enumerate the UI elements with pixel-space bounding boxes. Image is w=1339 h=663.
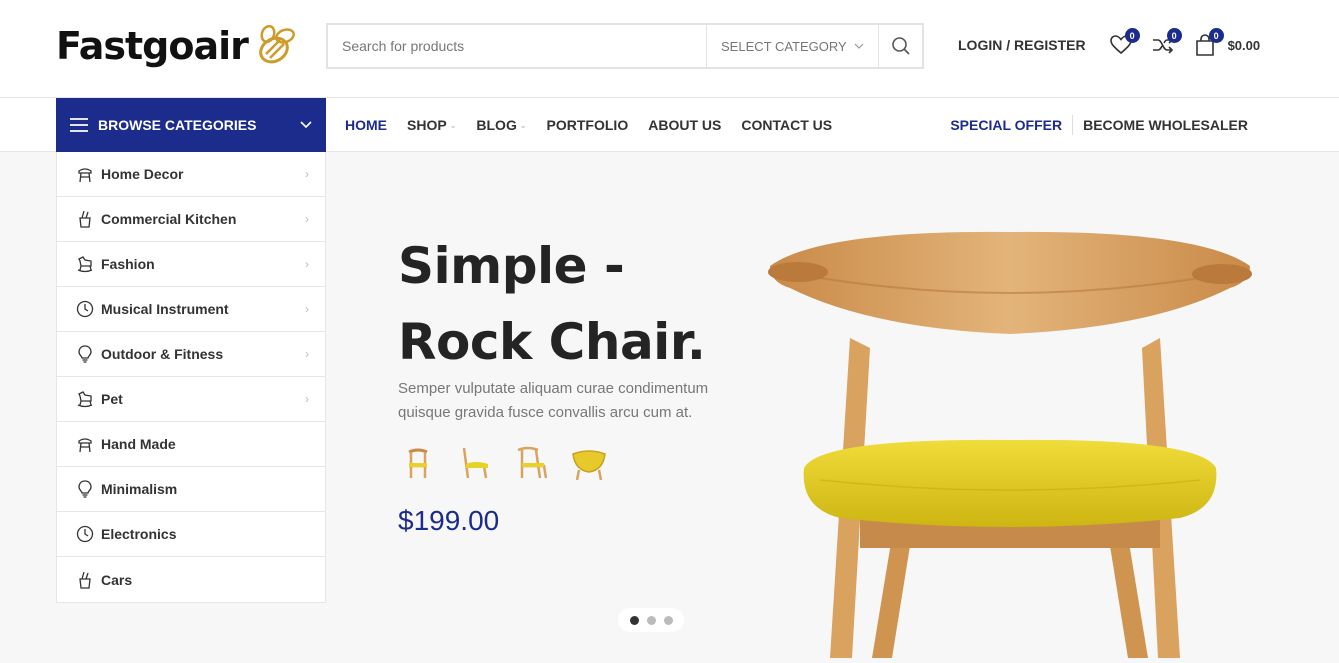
browse-categories-label: BROWSE CATEGORIES	[98, 117, 257, 133]
category-item[interactable]: Minimalism	[57, 467, 325, 512]
compare-count-badge: 0	[1166, 28, 1182, 43]
logo-text: Fastgoair	[56, 24, 249, 68]
variant-thumb-2[interactable]	[455, 442, 495, 484]
browse-categories-button[interactable]: BROWSE CATEGORIES	[56, 98, 326, 152]
menu-item-label: HOME	[345, 117, 387, 133]
menu-item-label: ABOUT US	[648, 117, 722, 133]
menu-item-contact[interactable]: CONTACT US	[741, 117, 832, 133]
cart-total[interactable]: $0.00	[1228, 38, 1261, 53]
category-label: Musical Instrument	[101, 301, 229, 317]
clock-icon	[75, 299, 95, 319]
category-label: Pet	[101, 391, 123, 407]
chevron-right-icon: ›	[305, 167, 309, 181]
category-item[interactable]: Pet ›	[57, 377, 325, 422]
rocking-horse-icon	[75, 254, 95, 274]
menu-item-label: CONTACT US	[741, 117, 833, 133]
chevron-down-icon: ⌄	[449, 120, 457, 130]
search-icon	[891, 37, 910, 55]
chevron-right-icon: ›	[305, 212, 309, 226]
chevron-right-icon: ›	[305, 392, 309, 406]
category-item[interactable]: Commercial Kitchen ›	[57, 197, 325, 242]
category-item[interactable]: Outdoor & Fitness ›	[57, 332, 325, 377]
header-actions: LOGIN / REGISTER 0 0 0 $0.00	[958, 28, 1261, 60]
category-label: Commercial Kitchen	[101, 211, 237, 227]
menu-item-about[interactable]: ABOUT US	[648, 117, 721, 133]
slider-dot[interactable]	[646, 615, 656, 625]
category-item[interactable]: Musical Instrument ›	[57, 287, 325, 332]
category-sidebar: Home Decor › Commercial Kitchen › Fashion › Mu…	[56, 152, 326, 603]
chevron-right-icon: ›	[305, 257, 309, 271]
variant-thumbnails	[398, 442, 626, 484]
hamburger-icon	[70, 118, 88, 132]
category-item[interactable]: Hand Made	[57, 422, 325, 467]
category-label: Cars	[101, 571, 133, 588]
rocking-horse-icon	[75, 389, 95, 409]
nav-secondary-links: SPECIAL OFFER BECOME WHOLESALER	[950, 98, 1248, 152]
cart-button[interactable]: 0	[1192, 28, 1224, 58]
category-label: Outdoor & Fitness	[101, 346, 224, 362]
variant-thumb-1[interactable]	[398, 442, 438, 484]
category-label: Fashion	[101, 256, 155, 272]
kitchen-icon	[75, 570, 95, 590]
category-item[interactable]: Electronics	[57, 512, 325, 557]
category-item[interactable]: Fashion ›	[57, 242, 325, 287]
compare-button[interactable]: 0	[1150, 28, 1182, 58]
cart-count-badge: 0	[1208, 28, 1224, 43]
menu-item-blog[interactable]: BLOG ⌄	[476, 117, 526, 133]
search-bar: SELECT CATEGORY	[326, 23, 924, 69]
main-menu: HOME SHOP ⌄ BLOG ⌄ PORTFOLIO ABOUT US CONT…	[345, 98, 852, 152]
clock-icon	[75, 524, 95, 544]
search-input[interactable]	[328, 25, 706, 67]
category-select[interactable]: SELECT CATEGORY	[706, 25, 878, 67]
chair-icon	[75, 434, 95, 454]
chevron-down-icon	[300, 121, 312, 129]
chevron-right-icon: ›	[305, 302, 309, 316]
wishlist-button[interactable]: 0	[1108, 28, 1140, 58]
bulb-icon	[75, 344, 95, 364]
chevron-right-icon: ›	[305, 347, 309, 361]
menu-item-home[interactable]: HOME	[345, 117, 387, 133]
wishlist-count-badge: 0	[1124, 28, 1140, 43]
slide-price: $199.00	[398, 505, 500, 536]
slider-dot[interactable]	[629, 615, 639, 625]
category-label: Minimalism	[101, 481, 178, 497]
main-navbar: BROWSE CATEGORIES HOME SHOP ⌄ BLOG ⌄ PORTF…	[0, 98, 1339, 152]
site-logo[interactable]: Fastgoair	[56, 18, 300, 74]
slider-dot[interactable]	[663, 615, 673, 625]
chair-icon	[75, 164, 95, 184]
menu-item-label: BLOG	[476, 117, 517, 133]
slide-description: Semper vulputate aliquam curae condiment…	[398, 380, 709, 421]
menu-item-label: SHOP	[407, 117, 447, 133]
slide-title: Simple - Rock Chair.	[398, 237, 706, 371]
kitchen-icon	[75, 209, 95, 229]
become-wholesaler-link[interactable]: BECOME WHOLESALER	[1083, 117, 1248, 133]
chevron-down-icon: ⌄	[519, 120, 527, 130]
menu-item-label: PORTFOLIO	[546, 117, 629, 133]
menu-item-portfolio[interactable]: PORTFOLIO	[547, 117, 629, 133]
search-button[interactable]	[878, 25, 922, 67]
special-offer-link[interactable]: SPECIAL OFFER	[950, 115, 1074, 135]
site-header: Fastgoair SELECT CATEGORY LOGIN / REGIST…	[0, 0, 1339, 98]
chevron-down-icon	[854, 43, 864, 49]
menu-item-shop[interactable]: SHOP ⌄	[407, 117, 456, 133]
category-item[interactable]: Home Decor ›	[57, 152, 325, 197]
variant-thumb-4[interactable]	[569, 442, 609, 484]
login-register-link[interactable]: LOGIN / REGISTER	[958, 37, 1086, 53]
bulb-icon	[75, 479, 95, 499]
slider-pagination	[618, 608, 684, 632]
rock-chair-image	[768, 231, 1252, 658]
variant-thumb-3[interactable]	[512, 442, 552, 484]
category-item[interactable]: Cars	[57, 557, 325, 602]
bee-icon	[259, 24, 295, 64]
category-label: Hand Made	[101, 436, 176, 452]
category-select-label: SELECT CATEGORY	[721, 38, 847, 54]
category-label: Home Decor	[101, 166, 184, 182]
category-label: Electronics	[101, 526, 177, 542]
